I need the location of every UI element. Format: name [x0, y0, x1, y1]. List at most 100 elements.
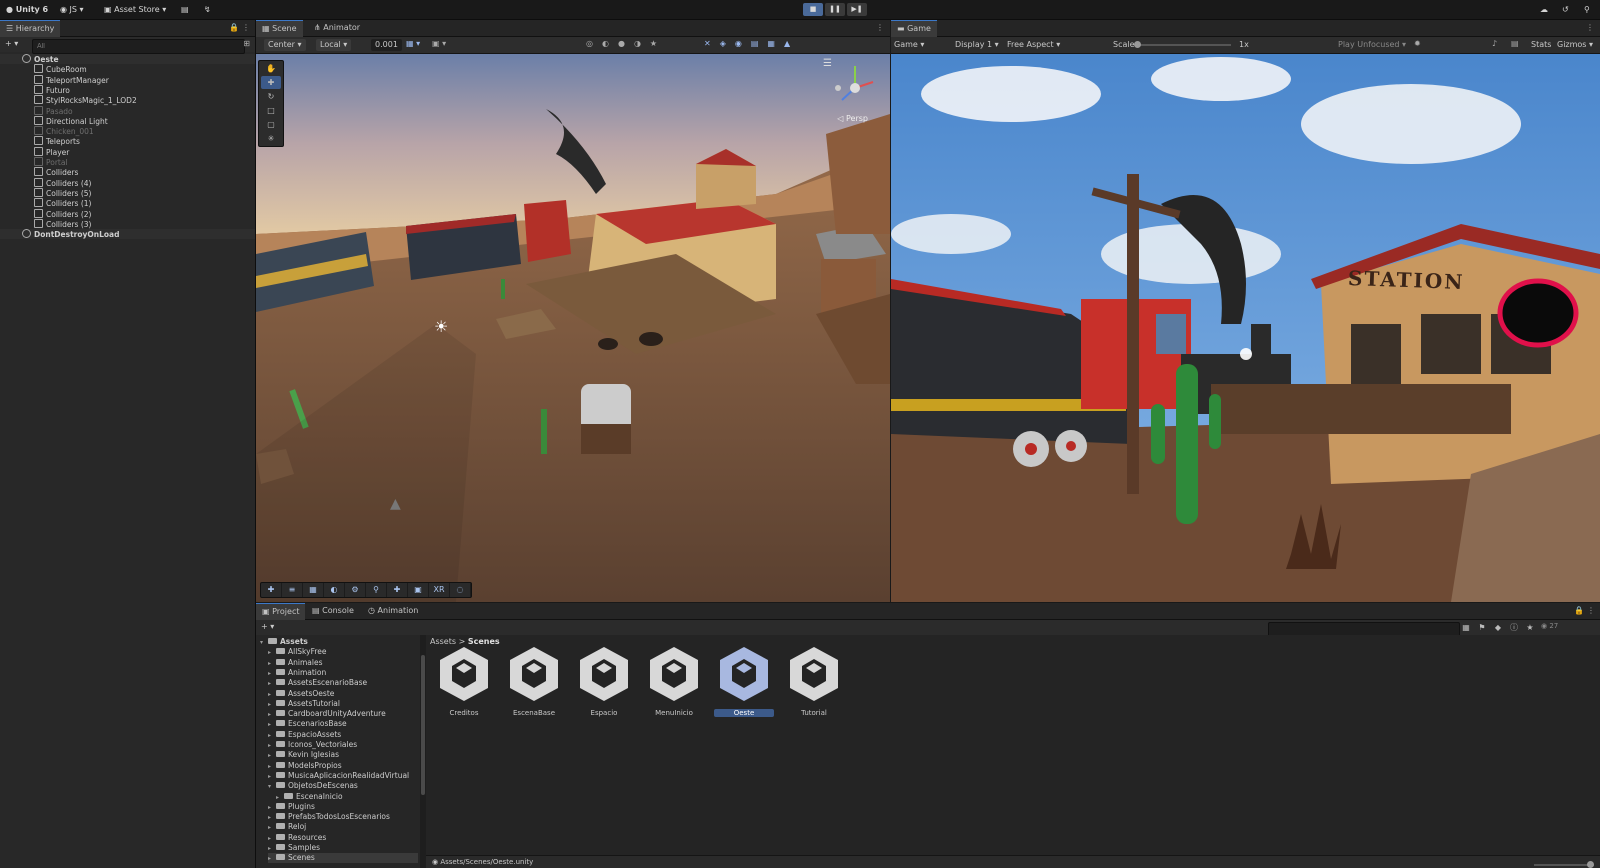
scene-asset[interactable]: Tutorial: [784, 645, 844, 717]
overlay-tool-1-icon[interactable]: ✚: [261, 583, 282, 597]
project-folder[interactable]: ▸ PrefabsTodosLosEscenarios: [268, 812, 390, 822]
hierarchy-item[interactable]: CubeRoom: [0, 64, 255, 74]
project-folder[interactable]: ▸ Resources: [268, 833, 326, 843]
scene-asset[interactable]: Espacio: [574, 645, 634, 717]
filter-icon[interactable]: ⊞: [243, 39, 250, 48]
overlay-tool-7-icon[interactable]: ✚: [387, 583, 408, 597]
play-focus-dropdown[interactable]: Play Unfocused ▾: [1338, 39, 1406, 51]
project-folder[interactable]: ▸ EscenariosBase: [268, 719, 347, 729]
project-folder[interactable]: ▸ EspacioAssets: [268, 730, 341, 740]
layers-button[interactable]: ▤: [181, 3, 189, 16]
tab-scene[interactable]: ▦ Scene: [256, 20, 303, 37]
hierarchy-item[interactable]: Colliders (1): [0, 198, 255, 208]
tab-animation[interactable]: ◷ Animation: [362, 603, 424, 619]
cloud-icon[interactable]: ☁: [1540, 3, 1548, 16]
audio-icon[interactable]: ♪: [1492, 39, 1497, 48]
orientation-gizmo[interactable]: [830, 58, 880, 112]
project-folder[interactable]: ▸ Plugins: [268, 802, 315, 812]
hierarchy-item[interactable]: Portal: [0, 157, 255, 167]
game-mode-dropdown[interactable]: Game ▾: [894, 39, 924, 51]
tab-project[interactable]: ▣ Project: [256, 603, 306, 620]
hierarchy-item[interactable]: TeleportManager: [0, 74, 255, 85]
overlay-tool-8-icon[interactable]: ▣: [408, 583, 429, 597]
rotate-tool-icon[interactable]: ↻: [261, 90, 281, 103]
expand-arrow-icon[interactable]: ▾: [260, 638, 268, 648]
scene-toggle-icons[interactable]: ✕◈◉▤▦▲: [704, 39, 799, 48]
project-folder[interactable]: ▸ AssetsTutorial: [268, 699, 340, 709]
project-folder[interactable]: ▾ Assets: [260, 637, 308, 647]
account-menu[interactable]: ◉ JS ▾: [60, 3, 84, 16]
add-object-button[interactable]: + ▾: [5, 39, 18, 48]
snap-value-field[interactable]: 0.001: [371, 39, 402, 51]
game-viewport[interactable]: STATION: [891, 54, 1600, 602]
hand-tool-icon[interactable]: ✋: [261, 62, 281, 75]
hierarchy-item[interactable]: Colliders (3): [0, 218, 255, 229]
lock-icon[interactable]: 🔒: [1574, 606, 1584, 615]
display-dropdown[interactable]: Display 1 ▾: [955, 39, 999, 51]
gizmos-button[interactable]: Gizmos ▾: [1557, 39, 1593, 51]
expand-arrow-icon[interactable]: ▾: [268, 782, 276, 792]
pause-button[interactable]: ❚❚: [825, 3, 845, 16]
transform-tool-icon[interactable]: ✳: [261, 132, 281, 145]
hierarchy-item[interactable]: Directional Light: [0, 115, 255, 126]
tab-animator[interactable]: ⋔ Animator: [308, 20, 366, 36]
unity-version-menu[interactable]: ● Unity 6: [6, 3, 48, 16]
search-by-type-icon[interactable]: ▦: [1460, 622, 1472, 633]
tree-scrollbar-thumb[interactable]: [421, 655, 425, 795]
persp-label[interactable]: ◁ Persp: [837, 114, 868, 123]
project-folder[interactable]: ▸ Iconos_Vectoriales: [268, 740, 357, 750]
search-icon[interactable]: ⚲: [1584, 3, 1590, 16]
hierarchy-item[interactable]: Futuro: [0, 84, 255, 95]
search-by-label-icon[interactable]: ⚑: [1476, 622, 1488, 633]
expand-arrow-icon[interactable]: ▸: [268, 854, 276, 864]
rect-tool-icon[interactable]: ▢: [261, 118, 281, 131]
scene-asset[interactable]: EscenaBase: [504, 645, 564, 717]
hierarchy-item[interactable]: StylRocksMagic_1_LOD2: [0, 95, 255, 105]
overlay-tool-2-icon[interactable]: ≡: [282, 583, 303, 597]
hierarchy-item[interactable]: Chicken_001: [0, 126, 255, 136]
hierarchy-item[interactable]: Pasado: [0, 105, 255, 116]
scene-asset[interactable]: MenuInicio: [644, 645, 704, 717]
version-control-button[interactable]: ↯: [204, 3, 211, 16]
project-folder[interactable]: ▸ AssetsEscenarioBase: [268, 678, 367, 688]
overlay-tool-3-icon[interactable]: ▦: [303, 583, 324, 597]
project-folder[interactable]: ▸ Kevin Iglesias: [268, 750, 339, 760]
project-folder[interactable]: ▸ MusicaAplicacionRealidadVirtual: [268, 771, 409, 781]
menu-lines-icon[interactable]: ☰: [823, 58, 832, 69]
move-tool-icon[interactable]: ✚: [261, 76, 281, 89]
project-folder[interactable]: ▸ AssetsOeste: [268, 689, 334, 699]
scene-viewport[interactable]: ☀ ▲ ✋ ✚ ↻ □ ▢ ✳ ◁ Persp ☰ ✚ ≡ ▦ ◐ ⚙ ⚲ ✚ ▣ XR ◌: [256, 54, 890, 602]
hierarchy-item[interactable]: Colliders (4): [0, 177, 255, 188]
project-folder[interactable]: ▸ Animales: [268, 658, 322, 668]
scale-slider[interactable]: [1134, 41, 1231, 48]
project-folder[interactable]: ▸ CardboardUnityAdventure: [268, 709, 386, 719]
tab-game[interactable]: ▬ Game: [891, 20, 937, 37]
favorite-star-icon[interactable]: ★: [1524, 622, 1536, 633]
play-button[interactable]: ■: [803, 3, 823, 16]
space-dropdown[interactable]: Local ▾: [316, 39, 352, 51]
scene-asset[interactable]: Oeste: [714, 645, 774, 717]
icon-size-thumb[interactable]: [1587, 861, 1594, 868]
hierarchy-item[interactable]: Colliders (2): [0, 208, 255, 219]
kebab-menu-icon[interactable]: ⋮: [1586, 23, 1594, 32]
tab-hierarchy[interactable]: ☰ Hierarchy: [0, 20, 61, 37]
pivot-dropdown[interactable]: Center ▾: [264, 39, 306, 51]
overlay-xr-icon[interactable]: XR: [429, 583, 450, 597]
overlay-tool-10-icon[interactable]: ◌: [450, 583, 471, 597]
project-folder[interactable]: ▸ Animation: [268, 668, 326, 678]
hierarchy-item[interactable]: Teleports: [0, 136, 255, 146]
scale-tool-icon[interactable]: □: [261, 104, 281, 117]
kebab-menu-icon[interactable]: ⋮: [876, 23, 884, 32]
stats-button[interactable]: Stats: [1531, 39, 1551, 51]
kebab-menu-icon[interactable]: ⋮: [242, 23, 250, 32]
lock-icon[interactable]: 🔒: [229, 23, 239, 32]
project-folder[interactable]: ▸ ModelsPropios: [268, 761, 342, 771]
project-folder[interactable]: ▸ Samples: [268, 843, 320, 853]
create-asset-button[interactable]: + ▾: [261, 622, 274, 631]
project-folder[interactable]: ▸ AllSkyFree: [268, 647, 327, 657]
kebab-menu-icon[interactable]: ⋮: [1587, 606, 1595, 615]
overlay-search-icon[interactable]: ⚲: [366, 583, 387, 597]
grid-snap-icon[interactable]: ▣ ▾: [432, 39, 446, 48]
icon-size-slider[interactable]: [1534, 861, 1594, 868]
bug-icon[interactable]: ✹: [1414, 39, 1421, 48]
